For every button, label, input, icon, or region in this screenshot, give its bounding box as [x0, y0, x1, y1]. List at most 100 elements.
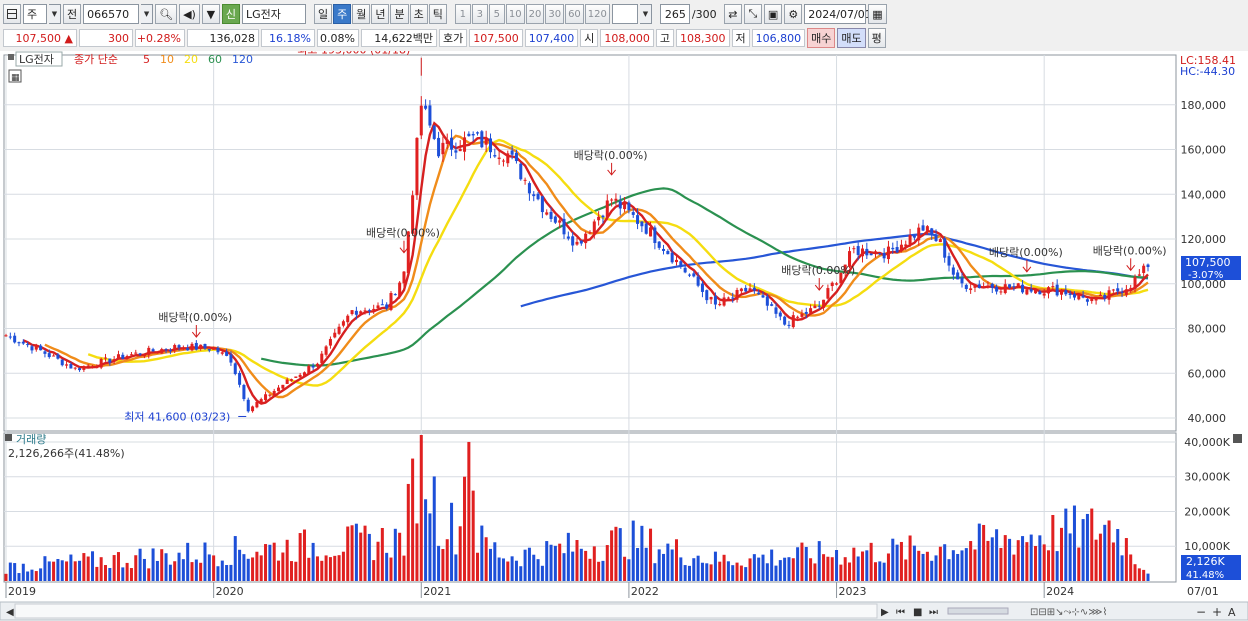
volume-current-pct-label: 41.48%	[1186, 570, 1224, 581]
candle-body	[151, 349, 155, 352]
candle-body	[73, 367, 77, 369]
volume-bar	[112, 555, 116, 581]
candle-body	[458, 148, 462, 152]
auto-scale-icon[interactable]: A	[1228, 606, 1236, 619]
stock-code-input[interactable]: 066570	[83, 4, 140, 24]
candle-body	[1046, 287, 1051, 294]
period-tab-4[interactable]: 분	[390, 4, 409, 24]
step-forward-icon[interactable]: ⏭	[929, 607, 938, 618]
period-tab-6[interactable]: 틱	[428, 4, 447, 24]
volume-bar	[428, 513, 432, 581]
candle-body	[341, 321, 345, 326]
candle-body	[21, 341, 25, 344]
volume-bar	[1055, 551, 1059, 581]
volume-bar	[47, 561, 51, 581]
save-button[interactable]: ▣	[763, 4, 783, 24]
scroll-right-icon[interactable]: ▶	[881, 607, 889, 618]
volume-bar	[709, 564, 713, 581]
current-price-tag-label: 107,500	[1185, 256, 1231, 269]
volume-bar	[1120, 555, 1124, 581]
volume-bar	[411, 458, 415, 581]
candle-body	[891, 247, 895, 250]
market-type-dropdown[interactable]: ▼	[49, 4, 61, 24]
volume-bar	[865, 550, 869, 581]
period-tab-0[interactable]: 일	[313, 4, 333, 24]
zoom-slider[interactable]	[947, 607, 1009, 615]
candle-body	[350, 310, 354, 315]
calendar-icon: ▦	[872, 7, 883, 21]
stock-chart[interactable]: 최고 193,000 (01/18) 최저 41,600 (03/23) 배당락(0…	[0, 51, 1248, 621]
volume-bar	[895, 544, 899, 581]
candle-body	[990, 283, 994, 288]
period-tab-3[interactable]: 년	[371, 4, 390, 24]
candle-body	[917, 227, 921, 241]
stock-code-dropdown[interactable]: ▼	[141, 4, 154, 24]
candle-body	[471, 134, 475, 136]
chart-menu-button[interactable]	[3, 4, 21, 24]
draw-button[interactable]: ⤡	[743, 4, 762, 24]
candle-body	[800, 313, 804, 317]
eval-button[interactable]: 평	[867, 28, 886, 48]
volume-close-button[interactable]	[1233, 434, 1242, 443]
step-back-icon[interactable]: ⏮	[896, 607, 905, 618]
interval-button-1[interactable]: 1	[454, 4, 471, 24]
settings-button[interactable]: ⚙	[784, 4, 803, 24]
candle-body	[666, 251, 670, 255]
candle-body	[112, 359, 116, 362]
volume-bar	[713, 551, 717, 581]
stop-icon[interactable]: ■	[913, 607, 922, 618]
tool-icons[interactable]: ⊡⊟⊞↘⤳⊹∿⋙⌇	[1030, 607, 1107, 618]
volume-bar	[99, 557, 103, 581]
price-tick-label: 80,000	[1188, 323, 1227, 336]
interval-button-3[interactable]: 3	[471, 4, 488, 24]
volume-bar	[592, 546, 596, 581]
period-tab-2[interactable]: 월	[352, 4, 371, 24]
candle-body	[1103, 294, 1107, 299]
count-input[interactable]: 265	[659, 4, 690, 24]
interval-button-120[interactable]: 120	[584, 4, 610, 24]
search-button[interactable]: 🔍︎	[155, 4, 178, 24]
calendar-button[interactable]: ▦	[868, 4, 887, 24]
interval-button-10[interactable]: 10	[505, 4, 525, 24]
candle-body	[700, 283, 704, 292]
volume-bar	[207, 554, 211, 581]
scroll-left-icon[interactable]: ◀	[6, 607, 14, 618]
prev-button[interactable]: 전	[63, 4, 82, 24]
volume-bar	[943, 544, 947, 581]
candle-body	[212, 347, 216, 350]
volume-bar	[644, 547, 648, 581]
interval-dropdown[interactable]: ▼	[639, 4, 652, 24]
candle-body	[34, 345, 38, 350]
volume-bar	[813, 563, 817, 581]
list-button[interactable]: ▼	[201, 4, 220, 24]
period-tab-1[interactable]: 주	[333, 4, 352, 24]
volume-bar	[1142, 569, 1146, 581]
sound-button[interactable]: ◀)	[179, 4, 200, 24]
sell-button[interactable]: 매도	[837, 28, 866, 48]
scroll-track[interactable]	[14, 603, 878, 619]
candle-body	[943, 238, 947, 258]
chart-area[interactable]: 최고 193,000 (01/18) 최저 41,600 (03/23) 배당락(0…	[0, 51, 1248, 621]
candle-body	[354, 310, 358, 315]
volume-bar	[830, 557, 834, 581]
market-type-select[interactable]: 주	[23, 4, 47, 24]
volume-bar	[488, 548, 492, 581]
date-input[interactable]: 2024/07/01	[804, 4, 872, 24]
interval-button-60[interactable]: 60	[565, 4, 584, 24]
candle-body	[259, 399, 263, 403]
zoom-out-icon[interactable]: −	[1196, 605, 1206, 619]
interval-button-30[interactable]: 30	[545, 4, 565, 24]
candle-body	[506, 153, 510, 164]
candle-body	[450, 137, 454, 150]
interval-button-20[interactable]: 20	[525, 4, 545, 24]
interval-button-5[interactable]: 5	[488, 4, 505, 24]
candle-body	[558, 220, 562, 223]
buy-button[interactable]: 매수	[807, 28, 836, 48]
interval-custom-field[interactable]	[611, 4, 638, 24]
compare-button[interactable]: ⇄	[723, 4, 742, 24]
volume-bar	[311, 542, 315, 581]
zoom-in-icon[interactable]: +	[1212, 605, 1222, 619]
stock-name-field[interactable]: LG전자	[241, 4, 306, 24]
volume-bar	[398, 532, 402, 581]
period-tab-5[interactable]: 초	[409, 4, 428, 24]
